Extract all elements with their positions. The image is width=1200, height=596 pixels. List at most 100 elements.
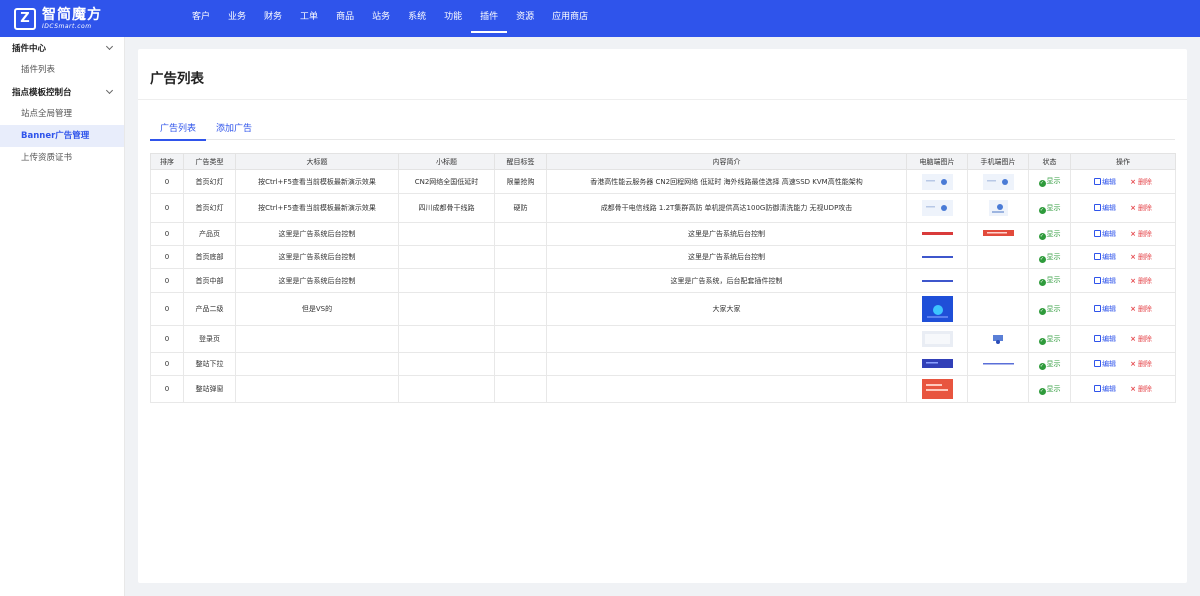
- status-badge[interactable]: ✓ 显示: [1038, 230, 1061, 240]
- check-circle-icon: ✓: [1038, 232, 1046, 240]
- cell-subtitle: [398, 268, 495, 293]
- check-circle-icon: ✓: [1038, 387, 1046, 395]
- sidebar-item[interactable]: 上传资质证书: [0, 147, 124, 169]
- sidebar-item[interactable]: 插件列表: [0, 59, 124, 81]
- nav-item[interactable]: 站务: [363, 0, 399, 37]
- cell-pc-image: [906, 292, 968, 326]
- edit-button[interactable]: 编辑: [1094, 230, 1116, 238]
- edit-button[interactable]: 编辑: [1094, 305, 1116, 313]
- cell-actions: 编辑 × 删除: [1070, 325, 1176, 353]
- nav-item[interactable]: 应用商店: [543, 0, 597, 37]
- sidebar-group-header[interactable]: 插件中心: [0, 37, 124, 59]
- status-label: 显示: [1046, 177, 1061, 185]
- delete-button[interactable]: × 删除: [1130, 277, 1152, 285]
- cell-tag: 硬防: [494, 193, 547, 223]
- cell-ad-type: 首页幻灯: [183, 193, 236, 223]
- table-row: 0 产品二级 但是VS的 大家大家 ✓ 显示 编辑 × 删除: [150, 292, 1176, 326]
- status-badge[interactable]: ✓ 显示: [1038, 385, 1061, 395]
- cell-subtitle: [398, 352, 495, 376]
- edit-icon: [1094, 230, 1102, 237]
- ad-image-thumbnail: [921, 173, 953, 190]
- tab-ad-list[interactable]: 广告列表: [150, 121, 207, 141]
- content-card: 广告列表 广告列表 添加广告 排序 广告类型 大标题 小标题 醒目标签 内容简介 电脑端图片手…: [138, 49, 1187, 583]
- sidebar: 插件中心 插件列表指点模板控制台站点全局管理 Banner广告管理 上传资质证书: [0, 37, 125, 596]
- sidebar-group-header[interactable]: 指点模板控制台: [0, 81, 124, 103]
- table-row: 0 产品页 这里是广告系统后台控制 这里是广告系统后台控制 ✓ 显示 编辑 × 删除: [150, 222, 1176, 246]
- cell-actions: 编辑 × 删除: [1070, 245, 1176, 269]
- chevron-down-icon: [105, 86, 114, 95]
- delete-button[interactable]: × 删除: [1130, 178, 1152, 186]
- nav-item[interactable]: 资源: [507, 0, 543, 37]
- nav-item[interactable]: 系统: [399, 0, 435, 37]
- nav-item[interactable]: 工单: [291, 0, 327, 37]
- delete-label: 删除: [1137, 335, 1152, 343]
- check-circle-icon: ✓: [1038, 206, 1046, 214]
- cell-title: 这里是广告系统后台控制: [235, 222, 399, 246]
- status-badge[interactable]: ✓ 显示: [1038, 335, 1061, 345]
- tab-bar: 广告列表 添加广告: [150, 121, 1175, 141]
- edit-label: 编辑: [1102, 253, 1117, 261]
- status-badge[interactable]: ✓ 显示: [1038, 177, 1061, 187]
- status-badge[interactable]: ✓ 显示: [1038, 253, 1061, 263]
- nav-item[interactable]: 功能: [435, 0, 471, 37]
- cell-ad-type: 整站弹窗: [183, 375, 236, 403]
- nav-item[interactable]: 插件: [471, 0, 508, 37]
- status-badge[interactable]: ✓ 显示: [1038, 276, 1061, 286]
- edit-label: 编辑: [1102, 385, 1117, 393]
- table-row: 0 首页幻灯 按Ctrl+F5查看当前模板最新演示效果 四川成都骨干线路 硬防 成都骨干电…: [150, 193, 1176, 223]
- sidebar-item[interactable]: 站点全局管理: [0, 103, 124, 125]
- status-badge[interactable]: ✓ 显示: [1038, 204, 1061, 214]
- logo-text: 智简魔方 IDCSmart.com: [42, 8, 102, 30]
- delete-button[interactable]: × 删除: [1130, 204, 1152, 212]
- main-nav: 客户 业务 财务 工单 商品 站务 系统 功能 插件 资源 应用商店: [183, 0, 597, 37]
- edit-button[interactable]: 编辑: [1094, 360, 1116, 368]
- delete-label: 删除: [1137, 204, 1152, 212]
- cell-description: 这里是广告系统后台控制: [546, 222, 907, 246]
- close-icon: ×: [1130, 230, 1136, 238]
- column-header: 大标题: [235, 153, 399, 170]
- cell-order: 0: [150, 169, 184, 194]
- cell-pc-image: [906, 268, 968, 293]
- edit-icon: [1094, 335, 1102, 342]
- cell-ad-type: 产品二级: [183, 292, 236, 326]
- edit-button[interactable]: 编辑: [1094, 253, 1116, 261]
- delete-button[interactable]: × 删除: [1130, 253, 1152, 261]
- delete-button[interactable]: × 删除: [1130, 335, 1152, 343]
- cell-order: 0: [150, 352, 184, 376]
- edit-button[interactable]: 编辑: [1094, 385, 1116, 393]
- nav-item[interactable]: 业务: [219, 0, 255, 37]
- edit-icon: [1094, 177, 1102, 185]
- close-icon: ×: [1130, 335, 1136, 343]
- delete-button[interactable]: × 删除: [1130, 230, 1152, 238]
- cell-status: ✓ 显示: [1028, 169, 1071, 194]
- edit-icon: [1094, 360, 1102, 367]
- cell-pc-image: [906, 325, 968, 353]
- cell-ad-type: 登录页: [183, 325, 236, 353]
- delete-button[interactable]: × 删除: [1130, 305, 1152, 313]
- delete-button[interactable]: × 删除: [1130, 360, 1152, 368]
- delete-button[interactable]: × 删除: [1130, 385, 1152, 393]
- edit-button[interactable]: 编辑: [1094, 177, 1116, 186]
- logo[interactable]: Z 智简魔方 IDCSmart.com: [0, 0, 125, 37]
- status-badge[interactable]: ✓ 显示: [1038, 305, 1061, 315]
- edit-button[interactable]: 编辑: [1094, 335, 1116, 343]
- cell-status: ✓ 显示: [1028, 193, 1071, 223]
- cell-order: 0: [150, 325, 184, 353]
- column-header: 醒目标签: [494, 153, 547, 170]
- check-circle-icon: ✓: [1038, 279, 1046, 286]
- nav-item[interactable]: 客户: [183, 0, 219, 37]
- edit-icon: [1094, 253, 1102, 260]
- nav-item[interactable]: 财务: [255, 0, 291, 37]
- sidebar-group-title: 指点模板控制台: [12, 88, 72, 98]
- ad-image-thumbnail: [921, 273, 953, 289]
- edit-button[interactable]: 编辑: [1094, 276, 1116, 285]
- cell-tag: [494, 325, 547, 353]
- sidebar-item[interactable]: Banner广告管理: [0, 125, 124, 147]
- edit-button[interactable]: 编辑: [1094, 204, 1116, 212]
- cell-order: 0: [150, 268, 184, 293]
- status-badge[interactable]: ✓ 显示: [1038, 360, 1061, 370]
- cell-order: 0: [150, 222, 184, 246]
- cell-tag: 限量抢购: [494, 169, 547, 194]
- nav-item[interactable]: 商品: [327, 0, 363, 37]
- tab-add-ad[interactable]: 添加广告: [206, 121, 262, 140]
